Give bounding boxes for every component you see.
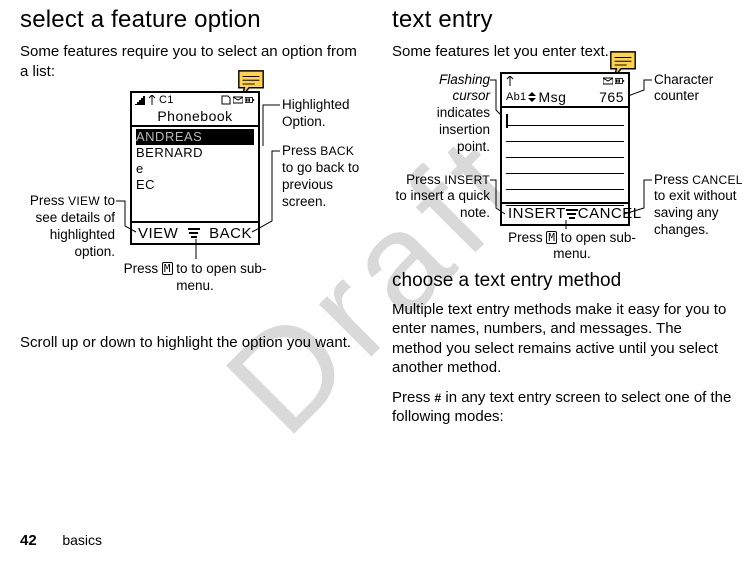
callout-back: Press BACK to go back to previous screen… xyxy=(282,143,367,211)
updown-icon xyxy=(528,92,536,102)
mail-icon xyxy=(603,76,613,86)
left-column: select a feature option Some features re… xyxy=(20,6,362,437)
doc-icon xyxy=(221,95,231,105)
battery-icon xyxy=(245,95,255,105)
callout-menu: Press M to open sub-menu. xyxy=(507,230,637,264)
page-footer: 42 basics xyxy=(20,532,102,549)
softkey-right: BACK xyxy=(209,225,252,242)
softkey-right: CANCEL xyxy=(578,205,642,222)
left-figure: C1 Phonebook ANDREAS BERNARD e EC xyxy=(20,91,362,311)
right-para2: Press # in any text entry screen to sele… xyxy=(392,388,734,427)
text-line xyxy=(506,158,624,174)
page-number: 42 xyxy=(20,532,37,549)
speech-bubble-icon xyxy=(236,69,266,93)
callout-view: Press VIEW to see details of highlighted… xyxy=(20,193,115,261)
callout-cancel: Press CANCEL to exit without saving any … xyxy=(654,172,747,240)
left-heading: select a feature option xyxy=(20,6,362,34)
status-bar: C1 xyxy=(132,93,258,107)
text-line xyxy=(506,142,624,158)
callout-menu: Press M to to open sub-menu. xyxy=(120,261,270,295)
callout-counter: Character counter xyxy=(654,72,734,106)
battery-icon xyxy=(615,76,625,86)
phone-title: Ab1 Msg 765 xyxy=(502,88,628,106)
list-item: ANDREAS xyxy=(136,129,254,145)
callout-highlighted: Highlighted Option. xyxy=(282,97,362,131)
list-item: EC xyxy=(136,177,254,193)
left-phone-screen: C1 Phonebook ANDREAS BERNARD e EC xyxy=(130,91,260,245)
antenna-icon xyxy=(505,76,515,86)
phone-title: Phonebook xyxy=(132,107,258,125)
right-figure: Ab1 Msg 765 INSERT xyxy=(392,72,734,262)
callout-cursor: Flashing cursor indicates insertion poin… xyxy=(420,72,490,156)
right-column: text entry Some features let you enter t… xyxy=(392,6,734,437)
text-line xyxy=(506,126,624,142)
right-subhead: choose a text entry method xyxy=(392,270,734,292)
text-line xyxy=(506,174,624,190)
list-item: e xyxy=(136,161,254,177)
right-heading: text entry xyxy=(392,6,734,34)
right-intro: Some features let you enter text. xyxy=(392,42,734,62)
right-para1: Multiple text entry methods make it easy… xyxy=(392,300,734,378)
speech-bubble-icon xyxy=(608,50,638,74)
left-after: Scroll up or down to highlight the optio… xyxy=(20,333,362,353)
section-label: basics xyxy=(62,532,102,548)
softkey-left: VIEW xyxy=(138,225,178,242)
status-c1: C1 xyxy=(159,94,174,106)
text-line xyxy=(506,110,624,126)
left-intro: Some features require you to select an o… xyxy=(20,42,362,81)
callout-insert: Press INSERT to insert a quick note. xyxy=(392,172,490,223)
signal-icon xyxy=(135,95,145,105)
input-mode: Ab1 xyxy=(506,88,526,106)
softkey-left: INSERT xyxy=(508,205,566,222)
right-phone-screen: Ab1 Msg 765 INSERT xyxy=(500,72,630,226)
list-item: BERNARD xyxy=(136,145,254,161)
insertion-cursor xyxy=(506,114,508,128)
menu-icon xyxy=(566,209,578,219)
mail-icon xyxy=(233,95,243,105)
char-counter: 765 xyxy=(599,88,624,106)
status-bar xyxy=(502,74,628,88)
antenna-icon xyxy=(147,95,157,105)
menu-icon xyxy=(187,228,201,238)
